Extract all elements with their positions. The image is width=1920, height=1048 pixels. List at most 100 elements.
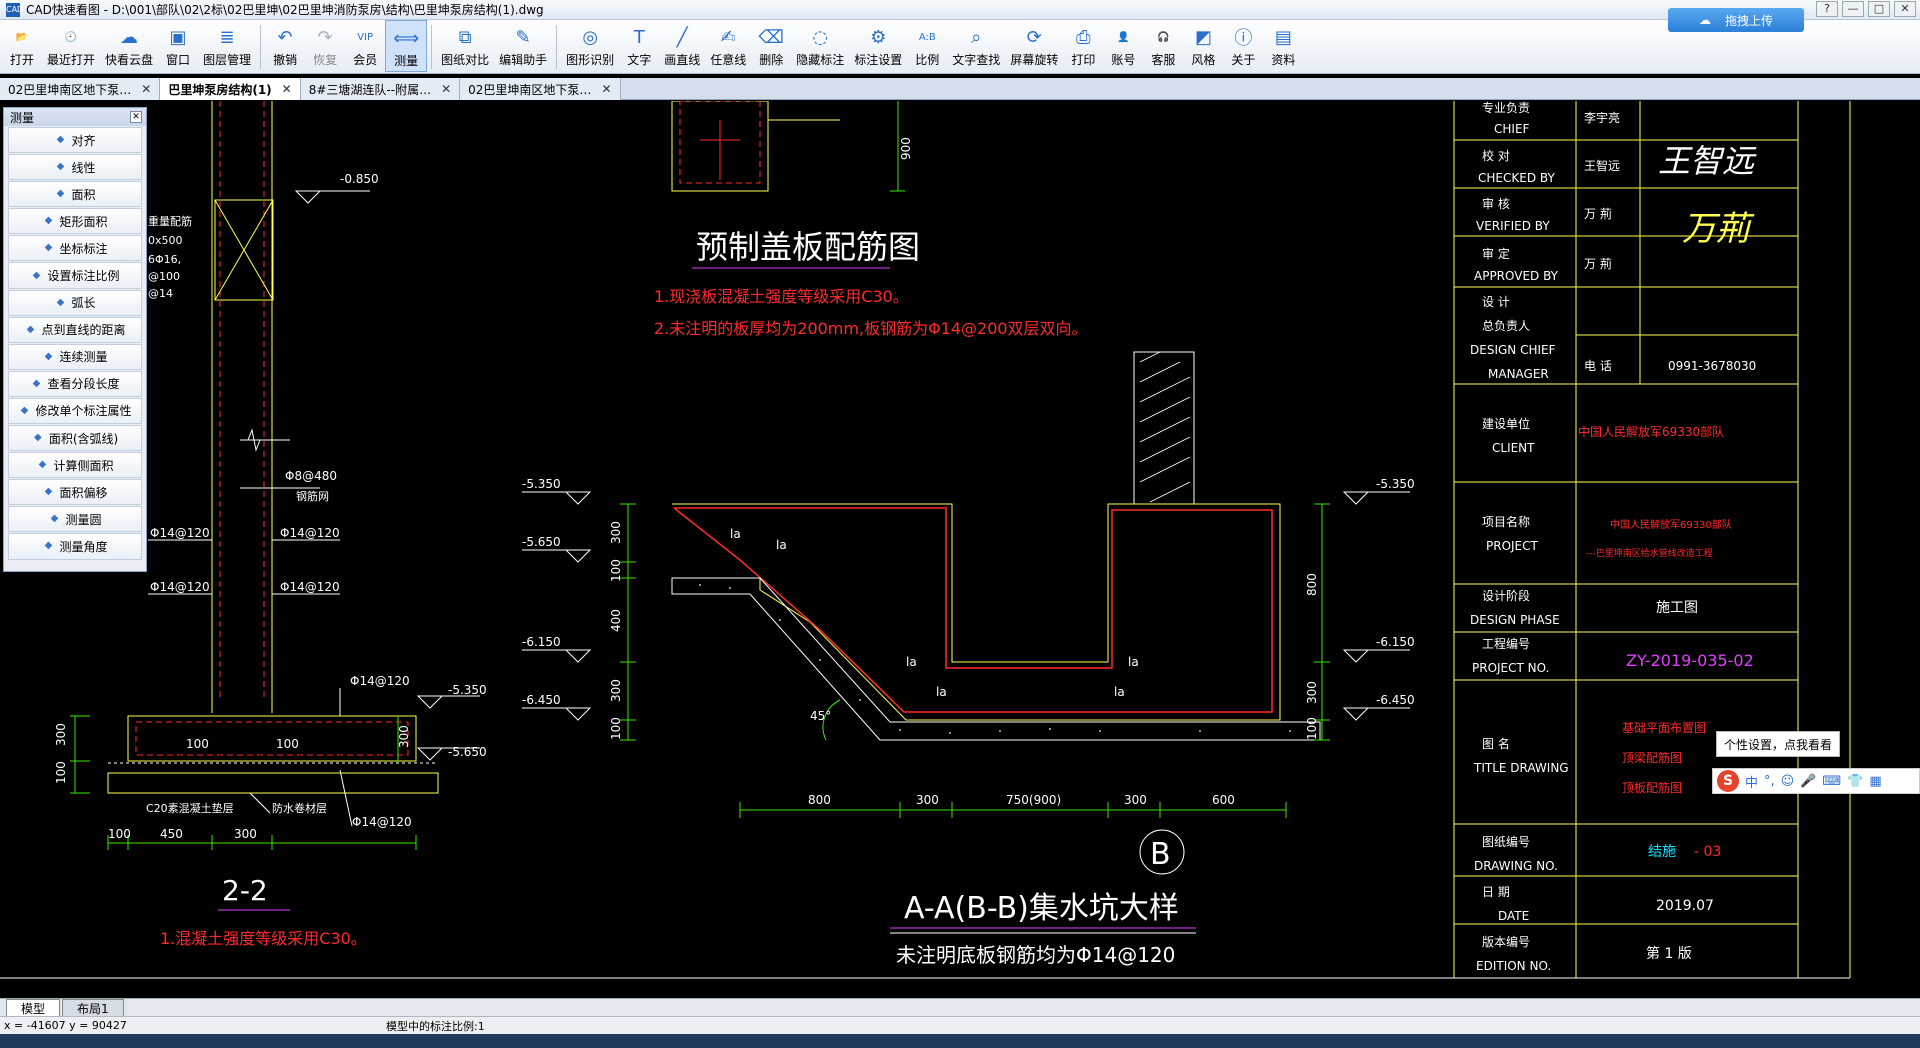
- tb-phone: 0991-3678030: [1668, 359, 1756, 373]
- tb-phone-label: 电 话: [1584, 359, 1612, 373]
- dim-label: 100: [186, 737, 209, 751]
- toolbar-button-13[interactable]: ╱ 画直线: [659, 20, 705, 72]
- sogou-logo-icon[interactable]: S: [1717, 770, 1739, 792]
- toolbar-button-label: 会员: [353, 53, 378, 67]
- ime-item-icon[interactable]: 中: [1745, 772, 1758, 791]
- measure-tool-label: 对齐: [71, 133, 96, 148]
- dim-label: 400: [609, 609, 623, 632]
- toolbar-button-2[interactable]: ☁ 快看云盘: [100, 20, 158, 72]
- annotation-settings-icon: ⚙: [870, 26, 887, 48]
- panel-close-icon[interactable]: ✕: [130, 111, 142, 123]
- close-button[interactable]: ✕: [1894, 1, 1916, 17]
- drag-upload-button[interactable]: ☁ 拖拽上传: [1668, 8, 1804, 32]
- toolbar-button-22[interactable]: 👤 账号: [1103, 20, 1143, 72]
- tab-close-icon[interactable]: ✕: [282, 82, 292, 96]
- help-button[interactable]: ?: [1816, 1, 1838, 17]
- toolbar-button-24[interactable]: ◩ 风格: [1183, 20, 1223, 72]
- measure-tool-item[interactable]: ◆ 测量角度: [8, 533, 142, 560]
- print-icon: ⎙: [1076, 26, 1091, 48]
- measure-tool-item[interactable]: ◆ 线性: [8, 154, 142, 181]
- document-tab[interactable]: 巴里坤泵房结构(1) ✕: [160, 78, 301, 100]
- ime-item-icon[interactable]: °,: [1764, 774, 1775, 789]
- measure-tool-item[interactable]: ◆ 设置标注比例: [8, 262, 142, 289]
- toolbar-button-19[interactable]: ⌕ 文字查找: [947, 20, 1005, 72]
- measure-tool-item[interactable]: ◆ 修改单个标注属性: [8, 397, 142, 425]
- toolbar-button-3[interactable]: ▣ 窗口: [158, 20, 198, 72]
- tb-title-value-2: 顶梁配筋图: [1622, 750, 1682, 765]
- angle-label: 45°: [810, 709, 831, 723]
- toolbar-button-26[interactable]: ▤ 资料: [1263, 20, 1303, 72]
- document-tab[interactable]: 8#三塘湖连队--附属… ✕: [300, 78, 461, 100]
- measure-tool-item[interactable]: ◆ 连续测量: [8, 343, 142, 370]
- measure-panel-title: 测量: [10, 110, 35, 125]
- tb-design-cn1: 设 计: [1482, 295, 1510, 309]
- cover-plate-labels: 900 预制盖板配筋图 1.现浇板混凝土强度等级采用C30。 2.未注明的板厚均…: [654, 137, 1088, 338]
- toolbar-button-10[interactable]: ✎ 编辑助手: [494, 20, 552, 72]
- toolbar-button-12[interactable]: T 文字: [619, 20, 659, 72]
- tb-verified-en: VERIFIED BY: [1476, 219, 1550, 233]
- layout-tab[interactable]: 模型: [6, 999, 61, 1016]
- ime-item-icon[interactable]: ☺: [1781, 774, 1795, 789]
- tb-project-value-2: ---巴里坤南区给水管线改造工程: [1586, 547, 1713, 559]
- arc-length-icon: ◆: [56, 296, 65, 308]
- measure-tool-label: 测量角度: [59, 539, 108, 554]
- toolbar-button-20[interactable]: ⟳ 屏幕旋转: [1005, 20, 1063, 72]
- measure-tool-item[interactable]: ◆ 面积偏移: [8, 479, 142, 506]
- tb-phase-cn: 设计阶段: [1482, 588, 1530, 603]
- ime-item-icon[interactable]: ⌨: [1822, 774, 1841, 789]
- tb-verified-signature: 万荊: [1682, 209, 1755, 249]
- measure-tool-item[interactable]: ◆ 点到直线的距离: [8, 316, 142, 343]
- tab-close-icon[interactable]: ✕: [141, 82, 151, 96]
- measure-tool-item[interactable]: ◆ 测量圆: [8, 506, 142, 533]
- minimize-button[interactable]: —: [1842, 1, 1864, 17]
- tb-title-value-3: 顶板配筋图: [1622, 780, 1682, 795]
- toolbar-button-9[interactable]: ⧉ 图纸对比: [436, 20, 494, 72]
- ime-item-icon[interactable]: 🎤: [1800, 774, 1816, 789]
- toolbar-button-15[interactable]: ⌫ 删除: [751, 20, 791, 72]
- measure-tool-item[interactable]: ◆ 面积: [8, 181, 142, 208]
- dim-label: 600: [1212, 793, 1235, 807]
- toolbar-button-8[interactable]: ⟺ 测量: [385, 20, 428, 72]
- document-tab[interactable]: 02巴里坤南区地下泵… ✕: [460, 78, 621, 100]
- toolbar-button-18[interactable]: A:B 比例: [907, 20, 947, 72]
- toolbar-button-14[interactable]: ✍ 任意线: [705, 20, 751, 72]
- toolbar-button-7[interactable]: VIP 会员: [345, 20, 385, 72]
- drawing-canvas[interactable]: -0.850 重量配筋 0x500 6Φ16, @100 @14 Φ8@480 …: [0, 101, 1920, 998]
- tb-chief-name: 李宇亮: [1584, 110, 1620, 125]
- toolbar-button-16[interactable]: ◌ 隐藏标注: [791, 20, 849, 72]
- dim-label: 300: [234, 827, 257, 841]
- tb-dwgno-cn: 图纸编号: [1482, 834, 1530, 849]
- measure-tool-item[interactable]: ◆ 弧长: [8, 289, 142, 316]
- toolbar-button-25[interactable]: ⓘ 关于: [1223, 20, 1263, 72]
- measure-tool-item[interactable]: ◆ 计算侧面积: [8, 452, 142, 479]
- tab-close-icon[interactable]: ✕: [441, 82, 451, 96]
- tb-project-value-1: 中国人民解放军69330部队: [1610, 518, 1732, 531]
- toolbar-button-0[interactable]: 📂 打开: [2, 20, 42, 72]
- measure-tool-item[interactable]: ◆ 对齐: [8, 127, 142, 154]
- toolbar-button-4[interactable]: ≣ 图层管理: [198, 20, 256, 72]
- annotation-scale-status: 模型中的标注比例:1: [386, 1019, 485, 1033]
- maximize-button[interactable]: □: [1868, 1, 1890, 17]
- measure-tool-item[interactable]: ◆ 坐标标注: [8, 235, 142, 262]
- layout-tab[interactable]: 布局1: [62, 999, 124, 1016]
- measure-tool-item[interactable]: ◆ 查看分段长度: [8, 370, 142, 397]
- ime-item-icon[interactable]: 👕: [1847, 774, 1863, 789]
- toolbar-button-5[interactable]: ↶ 撤销: [265, 20, 305, 72]
- measure-tool-item[interactable]: ◆ 面积(含弧线): [8, 425, 142, 452]
- vip-icon: VIP: [357, 31, 374, 43]
- dim-label: 300: [54, 723, 68, 746]
- toolbar-button-6[interactable]: ↷ 恢复: [305, 20, 345, 72]
- tab-close-icon[interactable]: ✕: [601, 82, 611, 96]
- toolbar-button-11[interactable]: ◎ 图形识别: [561, 20, 619, 72]
- toolbar-button-1[interactable]: 🕘 最近打开: [42, 20, 100, 72]
- toolbar-button-17[interactable]: ⚙ 标注设置: [849, 20, 907, 72]
- ime-tooltip[interactable]: 个性设置，点我看看: [1716, 731, 1840, 757]
- document-tab[interactable]: 02巴里坤南区地下泵… ✕: [0, 78, 161, 100]
- waterproof-label: 防水卷材层: [272, 801, 327, 815]
- ime-item-icon[interactable]: ▦: [1869, 774, 1881, 789]
- measure-tool-item[interactable]: ◆ 矩形面积: [8, 208, 142, 235]
- toolbar-button-21[interactable]: ⎙ 打印: [1063, 20, 1103, 72]
- toolbar-button-23[interactable]: 🎧 客服: [1143, 20, 1183, 72]
- account-icon: 👤: [1117, 31, 1130, 43]
- tb-verified-name: 万 荊: [1584, 207, 1612, 221]
